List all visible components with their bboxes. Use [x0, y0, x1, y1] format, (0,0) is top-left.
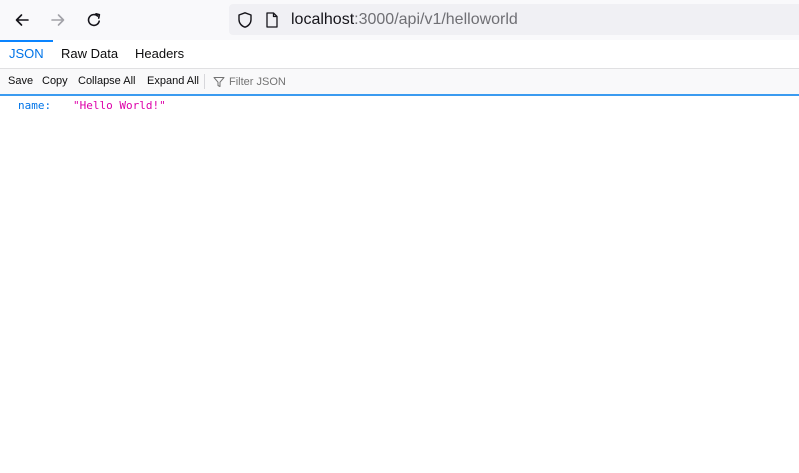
reload-button[interactable]: [78, 4, 110, 36]
forward-button[interactable]: [42, 4, 74, 36]
filter-icon: [213, 76, 225, 87]
save-button[interactable]: Save: [8, 69, 33, 94]
copy-button[interactable]: Copy: [42, 69, 68, 94]
page-icon[interactable]: [264, 11, 280, 34]
json-value: "Hello World!": [73, 99, 166, 112]
filter-box[interactable]: [213, 69, 429, 94]
viewer-tabbar: JSON Raw Data Headers: [0, 40, 799, 69]
json-key: name:: [18, 99, 52, 112]
tab-headers[interactable]: Headers: [135, 40, 184, 68]
url-text[interactable]: localhost:3000/api/v1/helloworld: [291, 11, 518, 29]
tab-raw-data[interactable]: Raw Data: [61, 40, 118, 68]
toolbar-divider: [204, 74, 205, 89]
reload-icon: [87, 13, 101, 27]
url-bar[interactable]: localhost:3000/api/v1/helloworld: [229, 4, 799, 35]
collapse-all-button[interactable]: Collapse All: [78, 69, 135, 94]
expand-all-button[interactable]: Expand All: [147, 69, 199, 94]
tab-json[interactable]: JSON: [0, 40, 53, 68]
arrow-left-icon: [15, 14, 29, 26]
browser-navbar: localhost:3000/api/v1/helloworld: [0, 0, 799, 40]
url-host: localhost: [291, 11, 355, 28]
json-tree: name: "Hello World!": [0, 96, 799, 473]
json-toolbar: Save Copy Collapse All Expand All: [0, 69, 799, 96]
tracking-protection-shield-icon[interactable]: [236, 11, 254, 34]
json-row[interactable]: name: "Hello World!": [0, 98, 799, 114]
filter-json-input[interactable]: [229, 75, 429, 88]
arrow-right-icon: [51, 14, 65, 26]
url-path: :3000/api/v1/helloworld: [354, 11, 518, 28]
back-button[interactable]: [6, 4, 38, 36]
